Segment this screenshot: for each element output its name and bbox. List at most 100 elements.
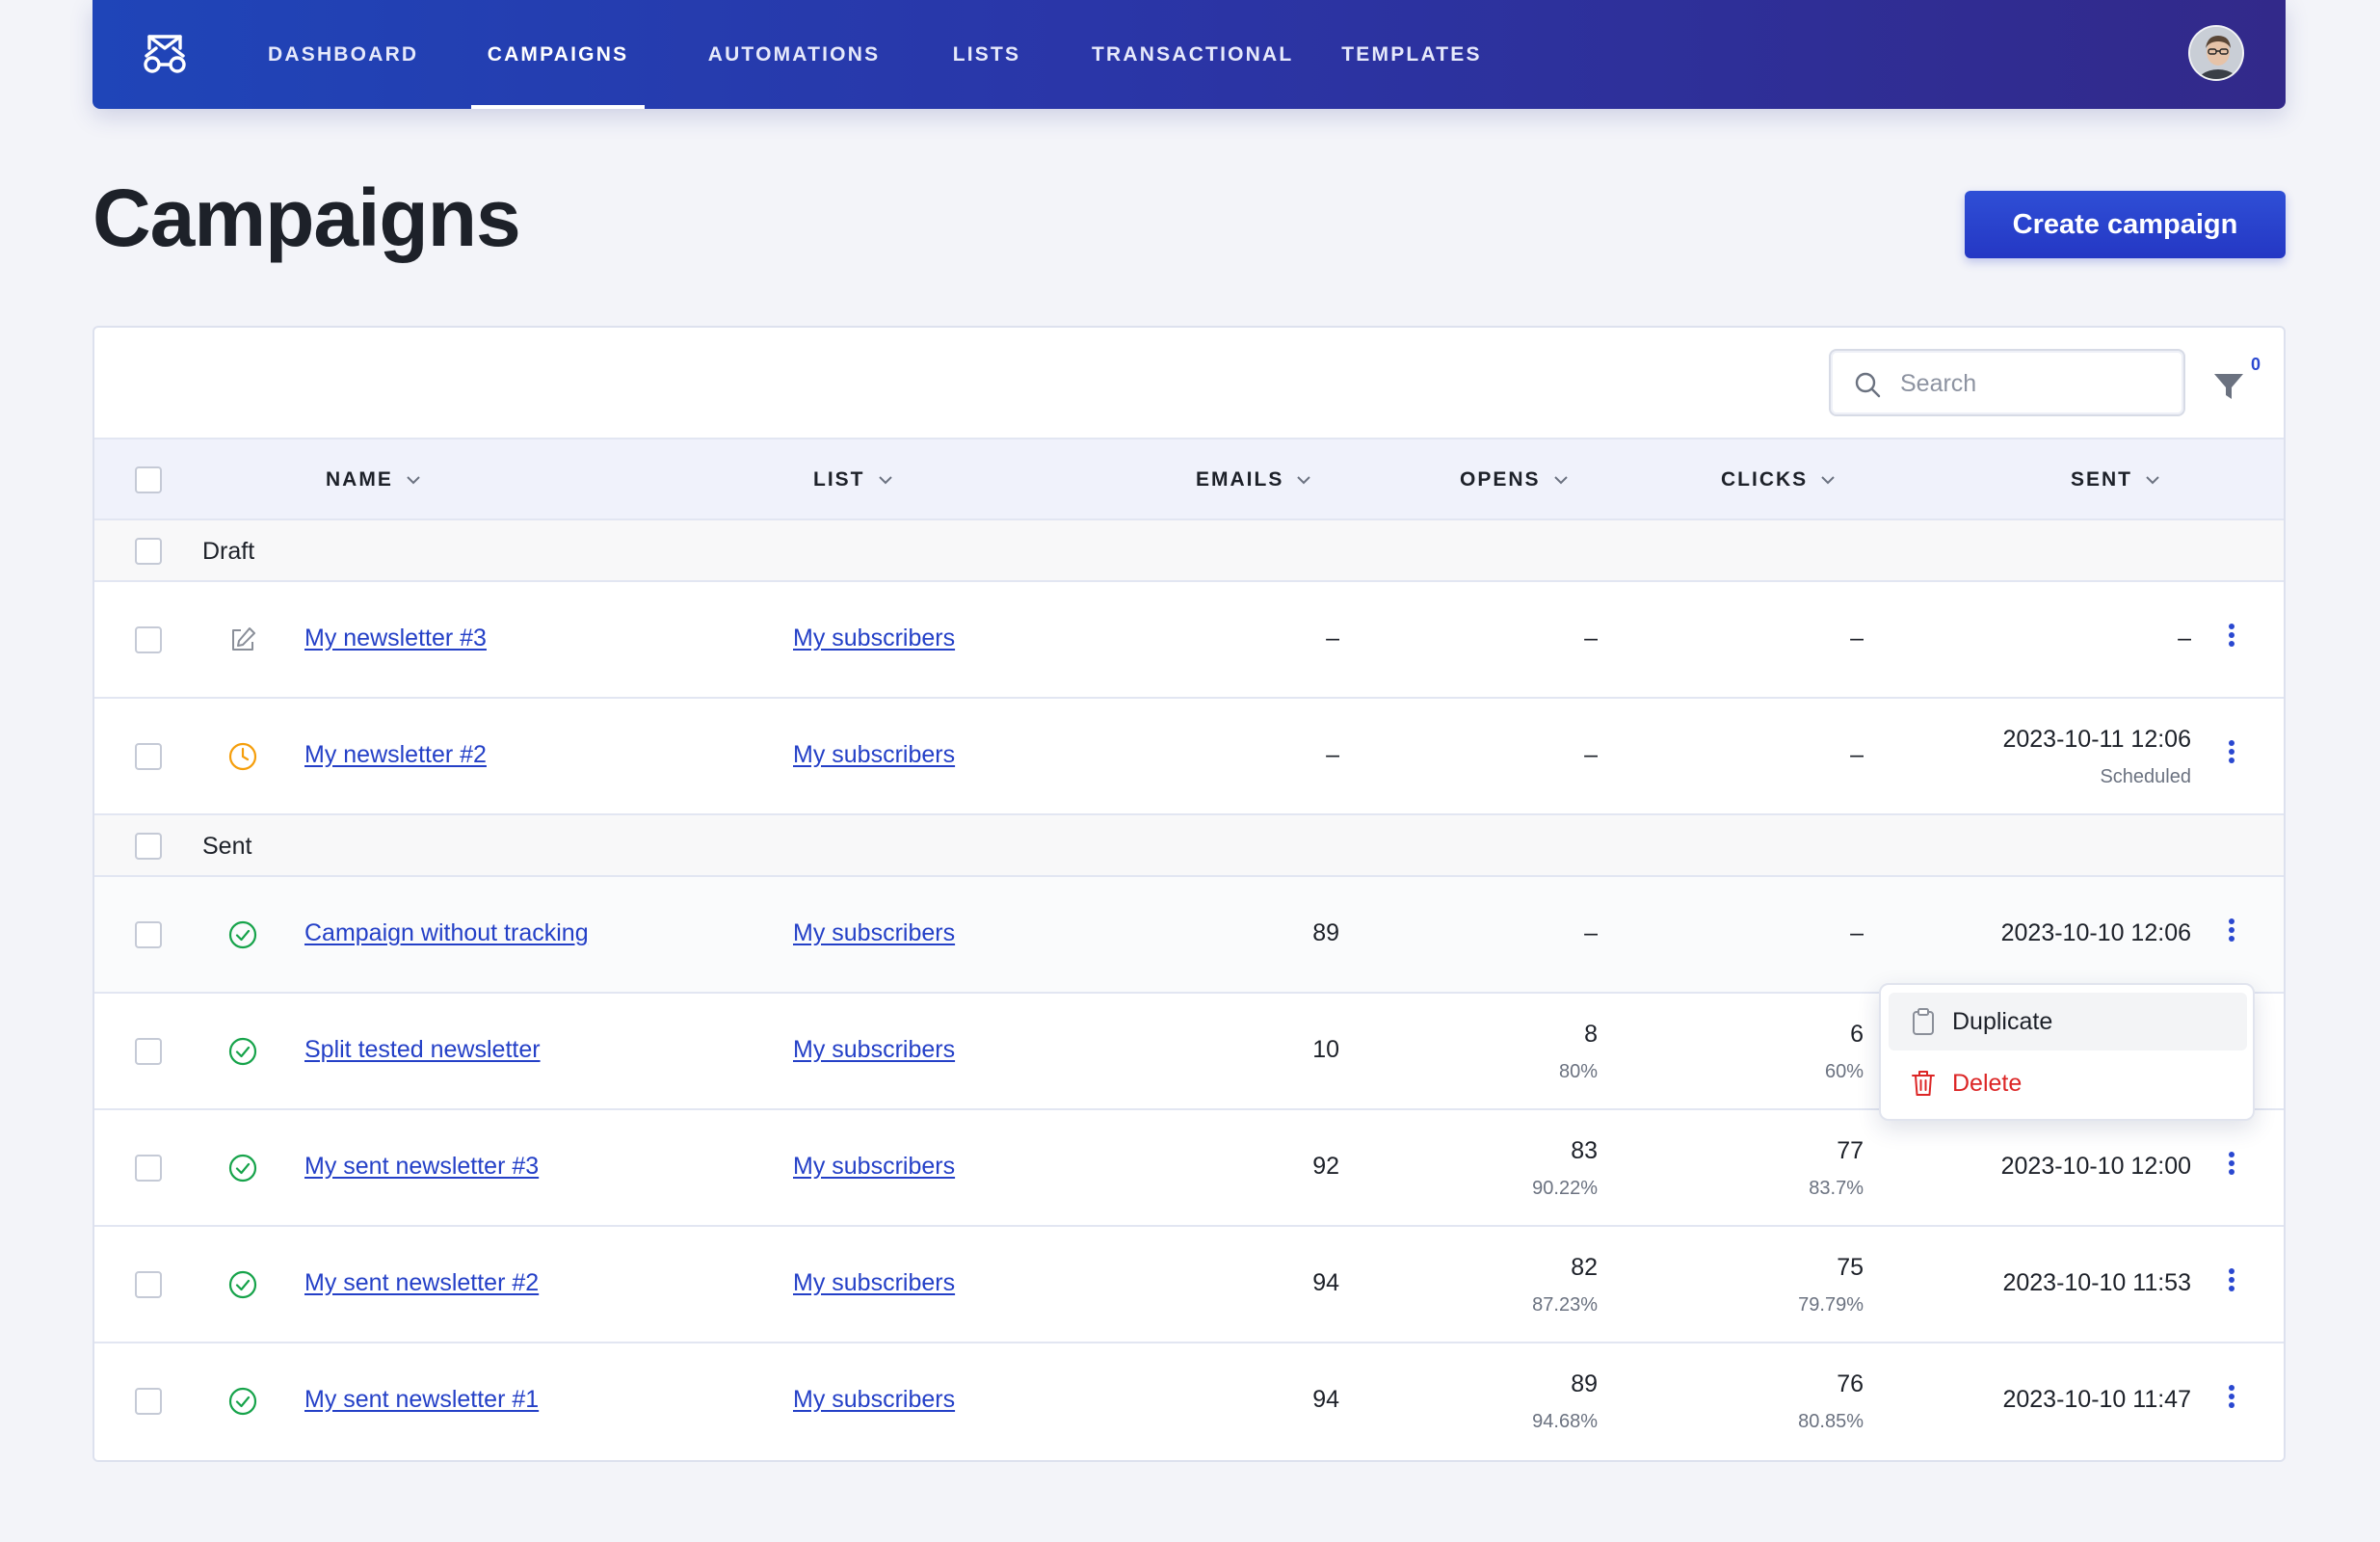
column-header-clicks[interactable]: CLICKS — [1721, 439, 1838, 520]
opens-value: 83 — [1571, 1137, 1598, 1164]
clicks-value: 6 — [1850, 1021, 1864, 1048]
table-row: My sent newsletter #1 My subscribers 94 … — [94, 1343, 2284, 1460]
filter-icon[interactable] — [2207, 362, 2255, 411]
clicks-percent: 83.7% — [1809, 1178, 1864, 1199]
opens-value: – — [1584, 741, 1598, 768]
table-row: My sent newsletter #2 My subscribers 94 … — [94, 1227, 2284, 1343]
group-label-draft: Draft — [202, 538, 255, 565]
campaign-name-link[interactable]: Split tested newsletter — [304, 1036, 541, 1064]
select-all-checkbox[interactable] — [135, 466, 162, 493]
campaign-name-link[interactable]: My newsletter #2 — [304, 741, 487, 769]
delete-menu-item[interactable]: Delete — [1889, 1054, 2247, 1112]
clicks-value: – — [1850, 919, 1864, 946]
group-label-sent: Sent — [202, 833, 252, 860]
opens-value: – — [1584, 919, 1598, 946]
column-header-sent[interactable]: SENT — [2071, 439, 2163, 520]
emails-value: 94 — [1312, 1269, 1339, 1296]
sent-status-label: Scheduled — [2100, 766, 2191, 787]
sent-value: 2023-10-10 12:06 — [2000, 919, 2191, 946]
search-input[interactable] — [1900, 360, 2170, 407]
column-header-emails-label: EMAILS — [1196, 468, 1284, 491]
row-actions-menu-icon[interactable] — [2220, 621, 2243, 659]
row-checkbox[interactable] — [135, 743, 162, 770]
group-row-sent: Sent — [94, 815, 2284, 877]
column-header-opens[interactable]: OPENS — [1460, 439, 1572, 520]
opens-value: 89 — [1571, 1370, 1598, 1397]
create-campaign-button[interactable]: Create campaign — [1965, 191, 2286, 258]
row-checkbox[interactable] — [135, 1388, 162, 1415]
campaign-name-link[interactable]: My sent newsletter #1 — [304, 1386, 539, 1414]
column-header-name[interactable]: NAME — [326, 439, 424, 520]
opens-value: 8 — [1584, 1021, 1598, 1048]
clicks-value: – — [1850, 625, 1864, 651]
list-link[interactable]: My subscribers — [793, 741, 955, 769]
column-header-emails[interactable]: EMAILS — [1196, 439, 1314, 520]
clicks-value: – — [1850, 741, 1864, 768]
row-checkbox[interactable] — [135, 1038, 162, 1065]
check-circle-icon — [228, 920, 257, 949]
row-actions-menu-icon[interactable] — [2220, 1382, 2243, 1421]
mailcoach-logo-icon[interactable] — [143, 33, 187, 75]
emails-value: 92 — [1312, 1153, 1339, 1180]
campaign-name-link[interactable]: My sent newsletter #2 — [304, 1269, 539, 1297]
list-link[interactable]: My subscribers — [793, 1269, 955, 1297]
clicks-percent: 79.79% — [1798, 1294, 1864, 1316]
duplicate-menu-item[interactable]: Duplicate — [1889, 993, 2247, 1050]
group-row-draft: Draft — [94, 520, 2284, 582]
user-avatar[interactable] — [2188, 25, 2244, 81]
opens-value: 82 — [1571, 1254, 1598, 1281]
chevron-down-icon — [407, 476, 420, 485]
group-checkbox-draft[interactable] — [135, 538, 162, 565]
sent-value: 2023-10-11 12:06 — [2002, 726, 2191, 753]
chevron-down-icon — [1821, 476, 1835, 485]
sent-value: 2023-10-10 12:00 — [2000, 1153, 2191, 1180]
campaign-name-link[interactable]: My sent newsletter #3 — [304, 1153, 539, 1181]
group-checkbox-sent[interactable] — [135, 833, 162, 860]
clicks-percent: 60% — [1824, 1061, 1864, 1082]
row-checkbox[interactable] — [135, 1155, 162, 1182]
table-row: Campaign without tracking My subscribers… — [94, 877, 2284, 994]
list-link[interactable]: My subscribers — [793, 1386, 955, 1414]
clicks-value: 76 — [1837, 1370, 1864, 1397]
campaigns-table-card: 0 NAME LIST EMAILS OPENS CLICKS SENT — [93, 326, 2286, 1462]
nav-campaigns[interactable]: CAMPAIGNS — [471, 0, 645, 109]
emails-value: – — [1326, 625, 1339, 651]
row-actions-menu-icon[interactable] — [2220, 1265, 2243, 1304]
chevron-down-icon — [1297, 476, 1311, 485]
chevron-down-icon — [2146, 476, 2159, 485]
opens-percent: 80% — [1558, 1061, 1598, 1082]
search-box[interactable] — [1829, 349, 2185, 416]
clicks-value: 77 — [1837, 1137, 1864, 1164]
trash-icon — [1912, 1071, 1935, 1096]
campaign-name-link[interactable]: My newsletter #3 — [304, 625, 487, 652]
list-link[interactable]: My subscribers — [793, 919, 955, 947]
emails-value: 89 — [1312, 919, 1339, 946]
row-actions-menu-icon[interactable] — [2220, 1149, 2243, 1187]
duplicate-label: Duplicate — [1952, 1007, 2053, 1035]
nav-templates[interactable]: TEMPLATES — [1339, 0, 1484, 109]
nav-transactional[interactable]: TRANSACTIONAL — [1092, 0, 1291, 109]
clicks-percent: 80.85% — [1798, 1411, 1864, 1432]
row-checkbox[interactable] — [135, 626, 162, 653]
list-link[interactable]: My subscribers — [793, 625, 955, 652]
chevron-down-icon — [878, 476, 892, 485]
nav-automations[interactable]: AUTOMATIONS — [707, 0, 881, 109]
table-row: My newsletter #3 My subscribers – – – – — [94, 582, 2284, 699]
emails-value: 94 — [1312, 1386, 1339, 1413]
column-header-list[interactable]: LIST — [813, 439, 896, 520]
top-navbar: DASHBOARD CAMPAIGNS AUTOMATIONS LISTS TR… — [93, 0, 2286, 109]
row-actions-menu-icon[interactable] — [2220, 916, 2243, 954]
nav-dashboard[interactable]: DASHBOARD — [268, 0, 416, 109]
sent-value: 2023-10-10 11:47 — [2002, 1386, 2191, 1413]
check-circle-icon — [228, 1154, 257, 1183]
emails-value: 10 — [1312, 1036, 1339, 1063]
campaign-name-link[interactable]: Campaign without tracking — [304, 919, 589, 947]
list-link[interactable]: My subscribers — [793, 1036, 955, 1064]
check-circle-icon — [228, 1387, 257, 1416]
row-checkbox[interactable] — [135, 921, 162, 948]
row-actions-menu-icon[interactable] — [2220, 737, 2243, 776]
list-link[interactable]: My subscribers — [793, 1153, 955, 1181]
nav-lists[interactable]: LISTS — [943, 0, 1030, 109]
sent-value: 2023-10-10 11:53 — [2002, 1269, 2191, 1296]
row-checkbox[interactable] — [135, 1271, 162, 1298]
